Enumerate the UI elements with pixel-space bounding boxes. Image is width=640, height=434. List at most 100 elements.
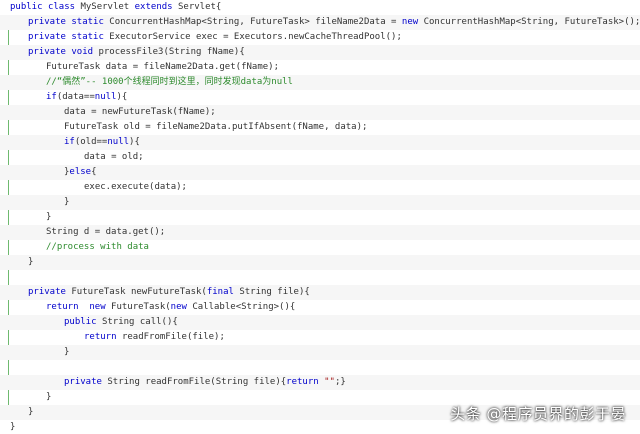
code-line-text: String d = data.get(); (46, 225, 165, 240)
code-keyword: new (89, 302, 112, 312)
code-token: String readFromFile(String file){ (107, 377, 287, 387)
code-line-text: public String call(){ (64, 315, 178, 330)
code-token: ;} (334, 377, 346, 387)
code-token: MyServlet (80, 2, 135, 12)
code-keyword: null (94, 92, 117, 102)
code-keyword: return (84, 332, 122, 342)
code-keyword: private (28, 32, 72, 42)
code-keyword: if (64, 137, 75, 147)
code-token: (data== (56, 92, 95, 102)
code-token: ConcurrentHashMap<String, FutureTask>(); (423, 17, 640, 27)
code-line: public String call(){ (0, 315, 640, 330)
code-keyword: static (71, 17, 110, 27)
code-line: if(data==null){ (0, 90, 640, 105)
code-keyword: static (71, 32, 110, 42)
code-keyword: public (64, 317, 102, 327)
code-token: FutureTask newFutureTask( (71, 287, 207, 297)
code-line-text: } (46, 210, 51, 225)
code-token: FutureTask old = fileName2Data.putIfAbse… (64, 122, 368, 132)
code-line: private static ExecutorService exec = Ex… (0, 30, 640, 45)
code-token: } (28, 257, 34, 267)
code-line-text: FutureTask data = fileName2Data.get(fNam… (46, 60, 279, 75)
code-token: exec.execute(data); (84, 182, 187, 192)
code-line-text: private void processFile3(String fName){ (28, 45, 245, 60)
code-token: } (64, 347, 70, 357)
code-token: } (46, 212, 52, 222)
code-line-text: //“偶然”-- 1000个线程同时到这里，同时发现data为null (46, 75, 293, 90)
code-token: ExecutorService exec = Executors.newCach… (109, 32, 402, 42)
code-comment: //process with data (46, 242, 149, 252)
code-line-text: private FutureTask newFutureTask(final S… (28, 285, 310, 300)
code-line-text: FutureTask old = fileName2Data.putIfAbse… (64, 120, 367, 135)
code-keyword: private (64, 377, 108, 387)
code-token: } (10, 422, 16, 432)
code-token: Servlet{ (178, 2, 222, 12)
code-line-text: if(old==null){ (64, 135, 140, 150)
code-token: (old== (74, 137, 108, 147)
code-token: FutureTask data = fileName2Data.get(fNam… (46, 62, 279, 72)
code-line: //process with data (0, 240, 640, 255)
code-line: private FutureTask newFutureTask(final S… (0, 285, 640, 300)
code-line-text: } (10, 420, 15, 434)
code-snippet: public class MyServlet extends Servlet{p… (0, 0, 640, 434)
code-keyword: void (71, 47, 99, 57)
code-token: ){ (129, 137, 140, 147)
code-line: private void processFile3(String fName){ (0, 45, 640, 60)
code-token: } (46, 392, 52, 402)
code-line-text: private static ExecutorService exec = Ex… (28, 30, 402, 45)
code-line: FutureTask data = fileName2Data.get(fNam… (0, 60, 640, 75)
code-line: return new FutureTask(new Callable<Strin… (0, 300, 640, 315)
code-line-text: private String readFromFile(String file)… (64, 375, 346, 390)
code-line-text: data = newFutureTask(fName); (64, 105, 216, 120)
code-keyword: private (28, 17, 72, 27)
code-line-text: }else{ (64, 165, 97, 180)
code-line-text: return readFromFile(file); (84, 330, 225, 345)
code-line-text: exec.execute(data); (84, 180, 187, 195)
code-line-text: //process with data (46, 240, 149, 255)
code-token: Callable<String>(){ (192, 302, 296, 312)
code-token: String call(){ (101, 317, 178, 327)
code-line-text: private static ConcurrentHashMap<String,… (28, 15, 640, 30)
code-line: if(old==null){ (0, 135, 640, 150)
code-token: ConcurrentHashMap<String, FutureTask> fi… (109, 17, 402, 27)
code-line-text: if(data==null){ (46, 90, 127, 105)
code-line: data = old; (0, 150, 640, 165)
code-keyword: null (107, 137, 130, 147)
code-line: exec.execute(data); (0, 180, 640, 195)
code-keyword: class (47, 2, 81, 12)
code-token: processFile3(String fName){ (98, 47, 245, 57)
code-keyword: private (28, 47, 72, 57)
code-token: ){ (116, 92, 128, 102)
code-keyword: private (28, 287, 72, 297)
code-token: readFromFile(file); (121, 332, 225, 342)
code-token: String d = data.get(); (46, 227, 166, 237)
code-keyword: return (286, 377, 325, 387)
code-token: } (64, 197, 70, 207)
code-line: } (0, 255, 640, 270)
code-line: //“偶然”-- 1000个线程同时到这里，同时发现data为null (0, 75, 640, 90)
code-token: data = old; (84, 152, 144, 162)
code-line-text: return new FutureTask(new Callable<Strin… (46, 300, 295, 315)
code-line: } (0, 345, 640, 360)
code-keyword: public (10, 2, 48, 12)
code-line-text: } (28, 405, 33, 420)
code-line: }else{ (0, 165, 640, 180)
code-keyword: new (170, 302, 193, 312)
code-keyword: extends (134, 2, 178, 12)
code-keyword: return (46, 302, 90, 312)
code-line: } (0, 210, 640, 225)
code-line-text: } (28, 255, 33, 270)
code-line-text: } (64, 345, 69, 360)
watermark-text: 头条 @程序员界的彭于晏 (450, 405, 626, 423)
code-token: { (91, 167, 97, 177)
code-token: FutureTask( (111, 302, 171, 312)
code-token: } (28, 407, 34, 417)
code-string: "" (324, 377, 335, 387)
code-comment: //“偶然”-- 1000个线程同时到这里，同时发现data为null (46, 77, 293, 87)
code-token: data = newFutureTask(fName); (64, 107, 216, 117)
code-line: public class MyServlet extends Servlet{ (0, 0, 640, 15)
code-line: return readFromFile(file); (0, 330, 640, 345)
code-line-text: data = old; (84, 150, 144, 165)
